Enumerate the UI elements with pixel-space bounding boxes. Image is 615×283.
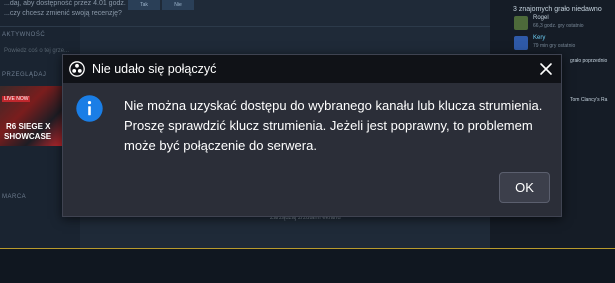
info-icon [76, 95, 103, 122]
thumbnail-title-2: SHOWCASE [4, 132, 52, 141]
obs-icon [69, 61, 85, 77]
bottom-bar [0, 249, 615, 283]
close-icon[interactable] [535, 58, 557, 80]
section-activity: AKTYWNOŚĆ [2, 32, 46, 38]
avatar[interactable] [514, 36, 528, 50]
game-title: Tom Clancy's Ra [570, 97, 608, 103]
yes-button[interactable]: Tak [128, 0, 160, 10]
review-text-2: ...czy chcesz zmienić swoją recenzję? [4, 10, 122, 17]
error-message: Nie można uzyskać dostępu do wybranego k… [124, 98, 543, 153]
dialog-title: Nie udało się połączyć [92, 62, 217, 76]
error-dialog: Nie udało się połączyć Nie można uzyskać… [62, 54, 562, 217]
section-march: MARCA [2, 194, 27, 200]
friend-name[interactable]: Rogel [533, 15, 549, 21]
avatar[interactable] [514, 16, 528, 30]
friend-status: 66,3 godz. gry ostatnio [533, 23, 584, 29]
comment-input[interactable]: Powiedz coś o tej grze... [4, 48, 69, 54]
friends-prev-label: grało poprzednio [570, 58, 608, 64]
divider [0, 26, 490, 27]
friend-status: 79 min gry ostatnio [533, 43, 576, 49]
section-browse: PRZEGLĄDAJ [2, 72, 47, 78]
dialog-titlebar: Nie udało się połączyć [63, 55, 561, 83]
review-text-1: ...daj, aby dostępność przez 4.01 godz. [4, 0, 126, 7]
no-button[interactable]: Nie [162, 0, 194, 10]
live-badge: LIVE NOW [2, 96, 31, 102]
friends-title: 3 znajomych grało niedawno [513, 6, 602, 13]
ok-button[interactable]: OK [499, 172, 550, 203]
friend-name[interactable]: Kery [533, 35, 545, 41]
thumbnail-title-1: R6 SIEGE X [6, 122, 51, 131]
